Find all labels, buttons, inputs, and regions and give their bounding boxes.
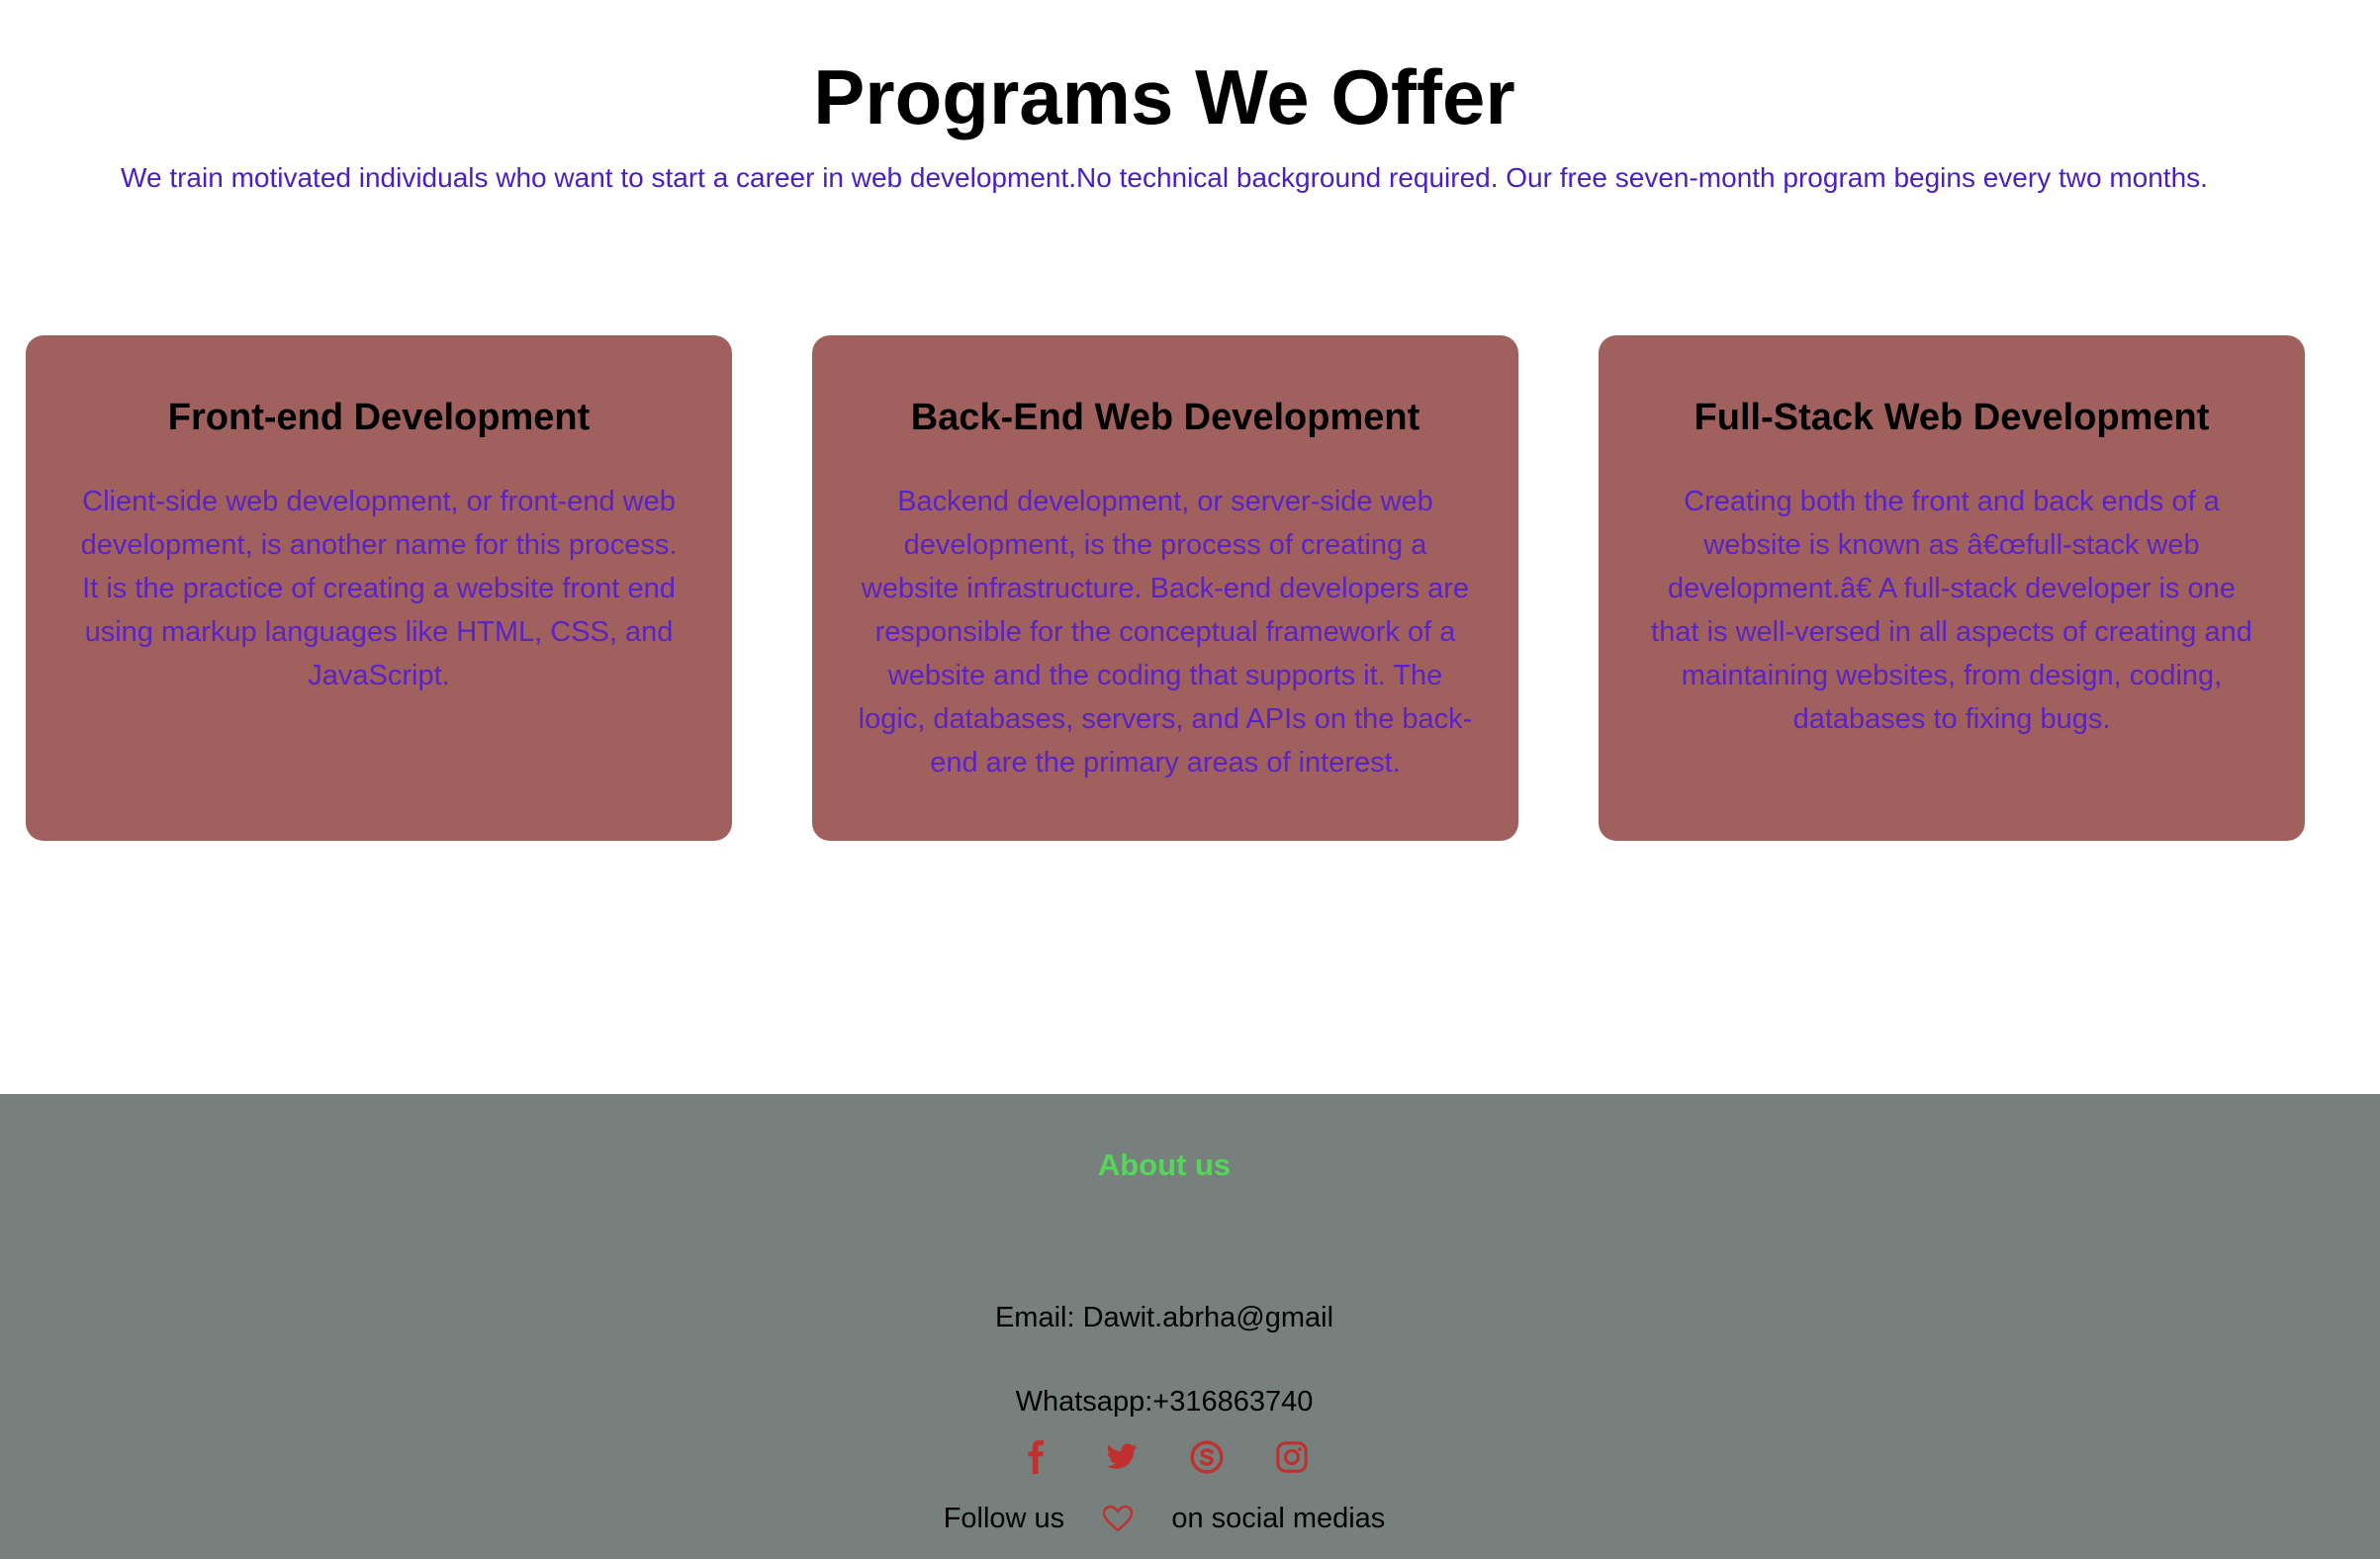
card-title: Back-End Web Development — [910, 397, 1420, 438]
twitter-icon[interactable] — [1105, 1440, 1139, 1474]
page: Programs We Offer We train motivated ind… — [0, 0, 2380, 1559]
program-card-backend: Back-End Web Development Backend develop… — [812, 335, 1518, 841]
card-title: Front-end Development — [167, 397, 591, 438]
program-card-fullstack: Full-Stack Web Development Creating both… — [1599, 335, 2305, 841]
follow-suffix: on social medias — [1171, 1502, 1386, 1534]
heart-icon — [1102, 1505, 1134, 1532]
contact-email: Email: Dawit.abrha@gmail — [994, 1302, 1334, 1333]
program-card-frontend: Front-end Development Client-side web de… — [26, 335, 732, 841]
follow-us-line: Follow us on social medias — [0, 1502, 2329, 1535]
follow-prefix: Follow us — [943, 1502, 1065, 1534]
facebook-icon[interactable] — [1020, 1440, 1053, 1474]
social-links — [0, 1440, 2329, 1474]
card-title: Full-Stack Web Development — [1693, 397, 2210, 438]
instagram-icon[interactable] — [1275, 1440, 1309, 1474]
card-description: Backend development, or server-side web … — [858, 485, 1473, 779]
card-description: Creating both the front and back ends of… — [1651, 485, 2252, 735]
skype-icon[interactable] — [1190, 1440, 1224, 1474]
programs-title: Programs We Offer — [813, 53, 1515, 140]
programs-intro: We train motivated individuals who want … — [121, 162, 2208, 193]
contact-whatsapp: Whatsapp:+316863740 — [1015, 1386, 1314, 1418]
card-description: Client-side web development, or front-en… — [80, 485, 678, 691]
about-us-title: About us — [1097, 1147, 1232, 1182]
